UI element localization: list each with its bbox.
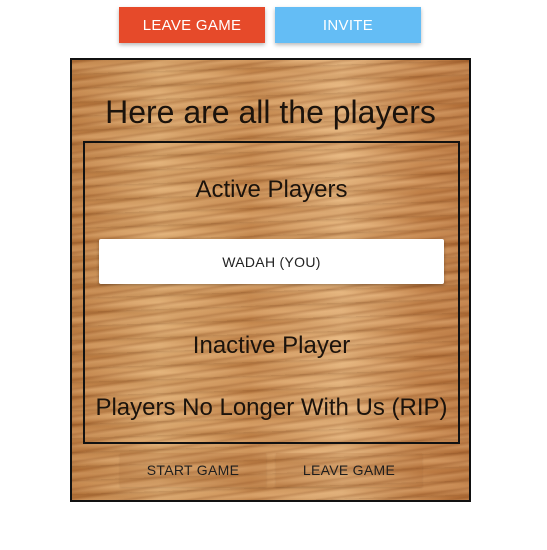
active-players-heading: Active Players — [195, 176, 348, 203]
start-game-button[interactable]: START GAME — [120, 453, 266, 487]
page-title: Here are all the players — [105, 94, 436, 130]
players-board: Here are all the players Active Players … — [70, 58, 471, 502]
eliminated-players-heading: Players No Longer With Us (RIP) — [95, 394, 448, 421]
top-action-bar: LEAVE GAME INVITE — [0, 7, 547, 43]
invite-button[interactable]: INVITE — [275, 7, 421, 43]
players-list-panel: Active Players WADAH (YOU) Inactive Play… — [83, 141, 460, 444]
leave-game-button[interactable]: LEAVE GAME — [119, 7, 265, 43]
leave-game-bottom-button[interactable]: LEAVE GAME — [276, 453, 422, 487]
inactive-players-heading: Inactive Player — [192, 332, 351, 359]
player-card[interactable]: WADAH (YOU) — [99, 239, 444, 284]
player-name: WADAH (YOU) — [222, 253, 321, 270]
